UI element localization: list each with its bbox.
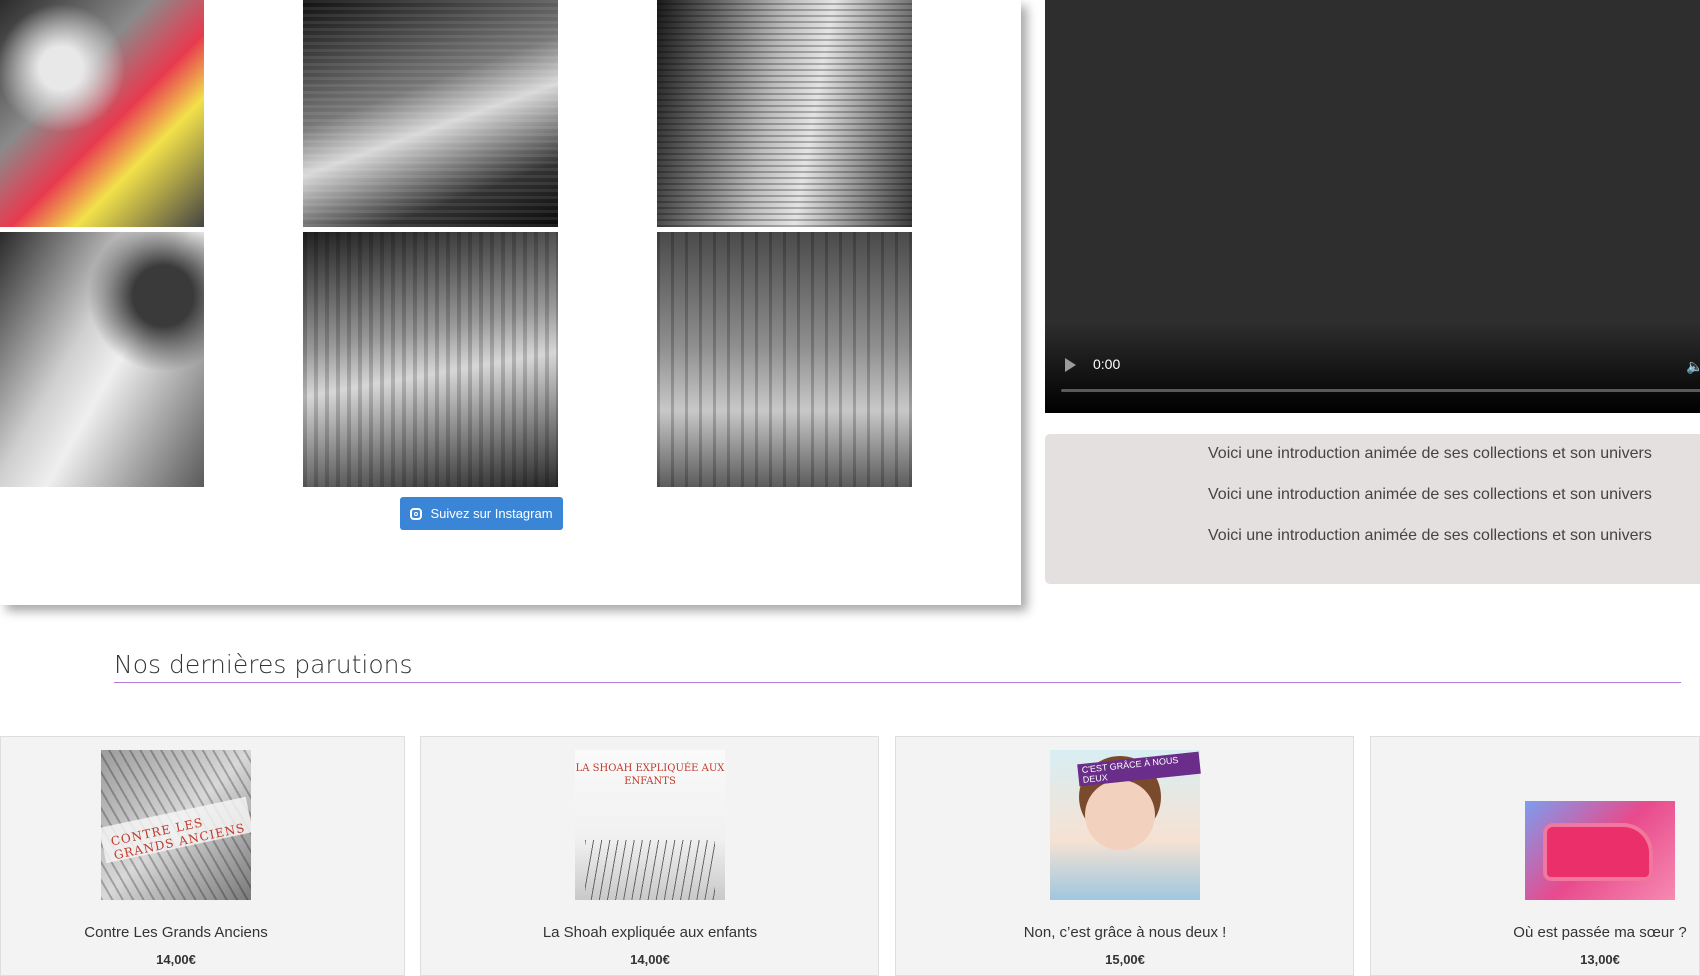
instagram-photo[interactable] xyxy=(303,0,558,227)
product-title[interactable]: Où est passée ma sœur ? xyxy=(1513,924,1686,941)
product-cover[interactable]: LA SHOAH EXPLIQUÉE AUX ENFANTS xyxy=(575,750,725,900)
instagram-icon xyxy=(410,507,423,520)
product-title[interactable]: La Shoah expliquée aux enfants xyxy=(543,924,757,941)
product-card[interactable]: LA SHOAH EXPLIQUÉE AUX ENFANTS La Shoah … xyxy=(420,736,879,976)
product-cover[interactable] xyxy=(1525,801,1675,900)
product-price: 15,00€ xyxy=(1105,952,1145,967)
cover-illustration xyxy=(585,840,715,900)
instagram-photo[interactable] xyxy=(657,232,912,487)
product-card[interactable]: Où est passée ma sœur ? 13,00€ xyxy=(1370,736,1700,976)
video-progress-bar[interactable] xyxy=(1061,389,1700,392)
instagram-photo[interactable] xyxy=(0,0,204,227)
instagram-photo[interactable] xyxy=(657,0,912,227)
product-card[interactable]: C'EST GRÂCE À NOUS DEUX Non, c’est grâce… xyxy=(895,736,1354,976)
instagram-feed: Suivez sur Instagram xyxy=(0,0,1021,605)
product-price: 13,00€ xyxy=(1580,952,1620,967)
cover-illustration xyxy=(1085,780,1155,850)
product-price: 14,00€ xyxy=(156,952,196,967)
follow-instagram-button[interactable]: Suivez sur Instagram xyxy=(400,497,563,530)
product-cover[interactable]: C'EST GRÂCE À NOUS DEUX xyxy=(1050,750,1201,900)
intro-line: Voici une introduction animée de ses col… xyxy=(1208,527,1652,544)
instagram-photo[interactable] xyxy=(303,232,558,487)
intro-line: Voici une introduction animée de ses col… xyxy=(1208,486,1652,503)
play-icon[interactable] xyxy=(1065,358,1076,372)
instagram-photo[interactable] xyxy=(0,232,204,487)
cover-illustration xyxy=(1543,823,1653,881)
video-player[interactable]: 0:00 🔈 xyxy=(1045,0,1700,413)
section-title: Nos dernières parutions xyxy=(114,650,1681,683)
intro-line: Voici une introduction animée de ses col… xyxy=(1208,445,1652,462)
product-card[interactable]: CONTRE LES GRANDS ANCIENS Contre Les Gra… xyxy=(0,736,405,976)
video-time: 0:00 xyxy=(1093,356,1121,372)
cover-title: LA SHOAH EXPLIQUÉE AUX ENFANTS xyxy=(575,763,725,787)
product-title[interactable]: Contre Les Grands Anciens xyxy=(84,924,267,941)
follow-instagram-label: Suivez sur Instagram xyxy=(430,506,553,521)
cover-title: C'EST GRÂCE À NOUS DEUX xyxy=(1077,751,1201,787)
volume-icon[interactable]: 🔈 xyxy=(1686,359,1700,373)
intro-text-box: Voici une introduction animée de ses col… xyxy=(1045,434,1700,584)
product-title[interactable]: Non, c’est grâce à nous deux ! xyxy=(1024,924,1227,941)
product-cover[interactable]: CONTRE LES GRANDS ANCIENS xyxy=(98,750,254,900)
product-price: 14,00€ xyxy=(630,952,670,967)
